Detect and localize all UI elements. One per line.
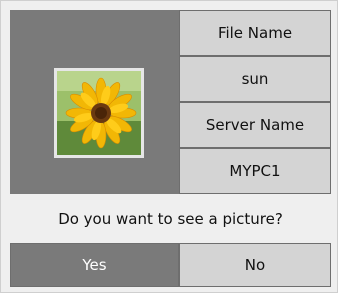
picture-dialog: File Name sun Server Name MYPC1 Do you w… <box>0 0 338 293</box>
thumbnail-area <box>10 10 179 194</box>
file-info-panel: File Name sun Server Name MYPC1 <box>10 10 331 194</box>
picture-thumbnail <box>54 68 144 158</box>
file-details: File Name sun Server Name MYPC1 <box>179 10 331 194</box>
yes-button[interactable]: Yes <box>11 244 178 286</box>
sunflower-icon <box>57 71 141 155</box>
confirm-question: Do you want to see a picture? <box>58 210 283 228</box>
file-name-value: sun <box>180 57 330 101</box>
file-name-label: File Name <box>180 11 330 55</box>
button-bar: Yes No <box>10 243 331 287</box>
no-button[interactable]: No <box>180 244 330 286</box>
server-name-value: MYPC1 <box>180 149 330 193</box>
server-name-label: Server Name <box>180 103 330 147</box>
